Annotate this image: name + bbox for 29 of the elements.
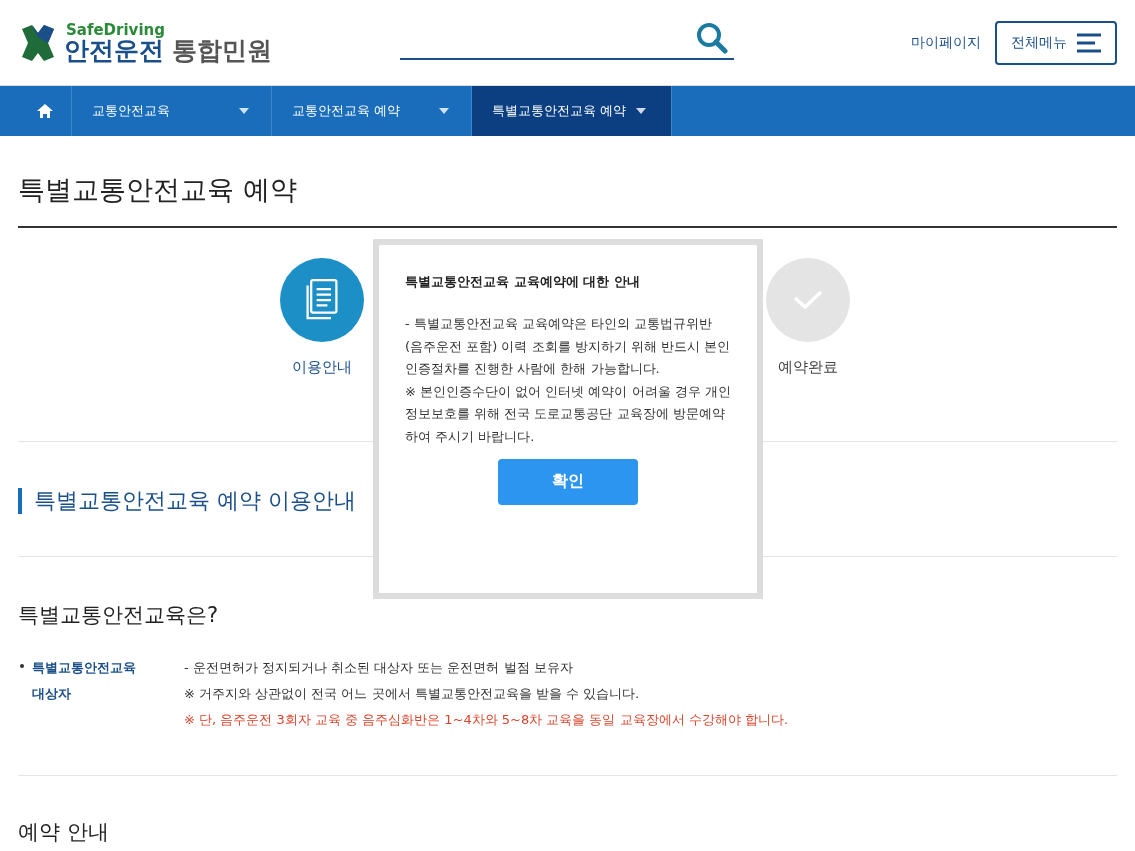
search-icon[interactable] — [696, 21, 728, 54]
document-icon — [304, 278, 340, 322]
target-label: 특별교통안전교육 대상자 — [32, 659, 137, 703]
nav-tab[interactable]: 특별교통안전교육 예약 — [472, 86, 672, 136]
caret-icon — [439, 108, 449, 114]
search-field[interactable] — [400, 21, 734, 60]
home-icon[interactable] — [36, 104, 53, 118]
dialog-text: - 특별교통안전교육 교육예약은 타인의 교통법규위반 (음주운전 포함) 이력 조회를 방지하기 위해 반드시 본인인증절차를 진행한 사람에 한해 가능합니다. — [405, 315, 731, 379]
caret-icon — [239, 108, 249, 114]
mypage-link[interactable]: 마이페이지 — [911, 33, 981, 52]
all-menu-button[interactable]: 전체메뉴 — [995, 20, 1117, 65]
caret-icon — [636, 108, 647, 114]
info-text: - 운전면허가 정지되거나 취소된 대상자 또는 운전면허 벌점 보유자 — [184, 659, 574, 677]
check-icon — [793, 290, 823, 310]
info-text: ※ 단, 음주운전 3회자 교육 중 음주심화반은 1~4차와 5~8차 교육을 동일 교육장에서 수강해야 합니다. — [184, 711, 789, 729]
logo-title: 안전운전 — [64, 37, 164, 63]
nav-tab[interactable]: 교통안전교육 — [72, 86, 272, 136]
logo-tagline: SafeDriving — [65, 22, 166, 38]
bullet-dot — [20, 664, 24, 668]
logo-subtitle: 통합민원 — [172, 37, 272, 63]
info-text: ※ 거주지와 상관없이 전국 어느 곳에서 특별교통안전교육을 받을 수 있습니다. — [184, 685, 641, 703]
section-title: 특별교통안전교육 예약 이용안내 — [18, 488, 356, 514]
page-title: 특별교통안전교육 예약 — [18, 136, 1117, 228]
step-label: 예약완료 — [778, 358, 838, 377]
step-label: 이용안내 — [292, 358, 352, 377]
dialog-text: ※ 본인인증수단이 없어 인터넷 예약이 어려울 경우 개인정보보호를 위해 전국 도로교통공단 교육장에 방문예약하여 주시기 바랍니다. — [405, 382, 731, 446]
dialog-title: 특별교통안전교육 교육예약에 대한 안내 — [405, 273, 641, 291]
section-heading: 예약 안내 — [18, 819, 110, 846]
menu-icon — [1077, 32, 1101, 53]
